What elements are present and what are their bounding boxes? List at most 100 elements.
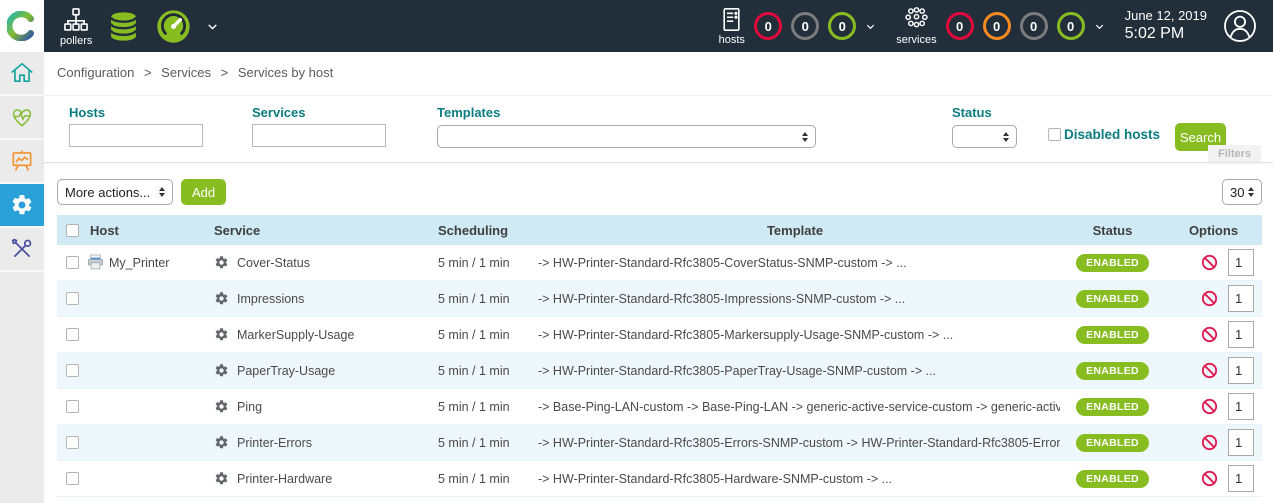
row-checkbox[interactable] bbox=[66, 292, 79, 305]
service-link[interactable]: Impressions bbox=[237, 292, 304, 306]
select-all-checkbox[interactable] bbox=[66, 224, 79, 237]
templates-filter-select[interactable] bbox=[437, 125, 816, 148]
column-options[interactable]: Options bbox=[1165, 223, 1262, 238]
template-cell: -> HW-Printer-Standard-Rfc3805-Impressio… bbox=[530, 292, 1060, 306]
duplicate-count-input[interactable] bbox=[1228, 249, 1254, 276]
breadcrumb-services[interactable]: Services bbox=[161, 65, 211, 80]
filters-tab[interactable]: Filters bbox=[1208, 145, 1261, 162]
host-link[interactable]: My_Printer bbox=[109, 256, 169, 270]
table-row: Ping 5 min / 1 min -> Base-Ping-LAN-cust… bbox=[57, 389, 1262, 425]
scheduling-cell: 5 min / 1 min bbox=[430, 400, 530, 414]
page-size-select[interactable]: 30 bbox=[1222, 179, 1262, 205]
column-service[interactable]: Service bbox=[210, 223, 430, 238]
row-checkbox[interactable] bbox=[66, 436, 79, 449]
table-row: PaperTray-Usage 5 min / 1 min -> HW-Prin… bbox=[57, 353, 1262, 389]
service-link[interactable]: Printer-Hardware bbox=[237, 472, 332, 486]
template-cell: -> HW-Printer-Standard-Rfc3805-CoverStat… bbox=[530, 256, 1060, 270]
disable-icon[interactable] bbox=[1201, 290, 1218, 307]
service-link[interactable]: MarkerSupply-Usage bbox=[237, 328, 354, 342]
services-dropdown-chevron-icon[interactable] bbox=[1094, 21, 1105, 32]
status-badge: ENABLED bbox=[1076, 470, 1149, 488]
template-cell: -> Base-Ping-LAN-custom -> Base-Ping-LAN… bbox=[530, 400, 1060, 414]
duplicate-count-input[interactable] bbox=[1228, 357, 1254, 384]
chart-easel-icon bbox=[9, 148, 35, 174]
select-arrows-icon bbox=[1248, 187, 1254, 197]
duplicate-count-input[interactable] bbox=[1228, 285, 1254, 312]
status-badge: ENABLED bbox=[1076, 398, 1149, 416]
service-gear-icon bbox=[214, 255, 229, 270]
hosts-menu[interactable]: hosts bbox=[718, 6, 745, 46]
sidebar-item-administration[interactable] bbox=[0, 228, 44, 272]
more-actions-select[interactable]: More actions... bbox=[57, 179, 173, 205]
add-button[interactable]: Add bbox=[181, 179, 226, 205]
disabled-hosts-checkbox[interactable] bbox=[1048, 128, 1061, 141]
services-unknown-counter[interactable]: 0 bbox=[1020, 12, 1048, 40]
status-badge: ENABLED bbox=[1076, 326, 1149, 344]
printer-icon bbox=[86, 253, 105, 272]
gear-icon bbox=[10, 193, 34, 217]
user-avatar-icon[interactable] bbox=[1223, 9, 1257, 43]
hosts-dropdown-chevron-icon[interactable] bbox=[865, 21, 876, 32]
table-header: Host Service Scheduling Template Status … bbox=[57, 215, 1262, 245]
scheduling-cell: 5 min / 1 min bbox=[430, 328, 530, 342]
breadcrumb-services-by-host[interactable]: Services by host bbox=[238, 65, 333, 80]
breadcrumb-configuration[interactable]: Configuration bbox=[57, 65, 134, 80]
hosts-label: hosts bbox=[719, 34, 745, 46]
status-badge: ENABLED bbox=[1076, 362, 1149, 380]
services-label: services bbox=[896, 34, 936, 46]
disable-icon[interactable] bbox=[1201, 326, 1218, 343]
services-warning-counter[interactable]: 0 bbox=[983, 12, 1011, 40]
row-checkbox[interactable] bbox=[66, 400, 79, 413]
database-status-icon[interactable] bbox=[106, 9, 141, 44]
column-host[interactable]: Host bbox=[86, 223, 210, 238]
service-link[interactable]: Cover-Status bbox=[237, 256, 310, 270]
row-checkbox[interactable] bbox=[66, 328, 79, 341]
status-filter-select[interactable] bbox=[952, 125, 1017, 148]
services-filter-input[interactable] bbox=[252, 124, 386, 147]
sidebar-item-home[interactable] bbox=[0, 52, 44, 96]
poller-dropdown-chevron-icon[interactable] bbox=[206, 20, 219, 33]
disabled-hosts-label: Disabled hosts bbox=[1064, 127, 1160, 142]
hosts-unreachable-counter[interactable]: 0 bbox=[791, 12, 819, 40]
latency-gauge-icon[interactable] bbox=[155, 8, 192, 45]
scheduling-cell: 5 min / 1 min bbox=[430, 292, 530, 306]
service-link[interactable]: Ping bbox=[237, 400, 262, 414]
column-template[interactable]: Template bbox=[530, 223, 1060, 238]
disable-icon[interactable] bbox=[1201, 434, 1218, 451]
service-link[interactable]: Printer-Errors bbox=[237, 436, 312, 450]
duplicate-count-input[interactable] bbox=[1228, 321, 1254, 348]
template-cell: -> HW-Printer-Standard-Rfc3805-Errors-SN… bbox=[530, 436, 1060, 450]
row-checkbox[interactable] bbox=[66, 472, 79, 485]
duplicate-count-input[interactable] bbox=[1228, 465, 1254, 492]
sidebar-item-monitoring[interactable] bbox=[0, 96, 44, 140]
services-critical-counter[interactable]: 0 bbox=[946, 12, 974, 40]
column-scheduling[interactable]: Scheduling bbox=[430, 223, 530, 238]
disable-icon[interactable] bbox=[1201, 254, 1218, 271]
sidebar-item-reporting[interactable] bbox=[0, 140, 44, 184]
centreon-logo[interactable] bbox=[0, 0, 44, 52]
service-gear-icon bbox=[214, 327, 229, 342]
column-status[interactable]: Status bbox=[1060, 223, 1165, 238]
duplicate-count-input[interactable] bbox=[1228, 393, 1254, 420]
hosts-filter-input[interactable] bbox=[69, 124, 203, 147]
hosts-up-counter[interactable]: 0 bbox=[828, 12, 856, 40]
disable-icon[interactable] bbox=[1201, 398, 1218, 415]
status-badge: ENABLED bbox=[1076, 434, 1149, 452]
hosts-down-counter[interactable]: 0 bbox=[754, 12, 782, 40]
row-checkbox[interactable] bbox=[66, 364, 79, 377]
current-time: 5:02 PM bbox=[1125, 24, 1207, 44]
service-link[interactable]: PaperTray-Usage bbox=[237, 364, 335, 378]
duplicate-count-input[interactable] bbox=[1228, 429, 1254, 456]
pollers-menu[interactable]: pollers bbox=[60, 6, 92, 47]
services-menu[interactable]: services bbox=[896, 6, 936, 46]
table-row: My_Printer Cover-Status 5 min / 1 min ->… bbox=[57, 245, 1262, 281]
hosts-icon bbox=[718, 6, 745, 33]
disable-icon[interactable] bbox=[1201, 470, 1218, 487]
services-ok-counter[interactable]: 0 bbox=[1057, 12, 1085, 40]
disable-icon[interactable] bbox=[1201, 362, 1218, 379]
row-checkbox[interactable] bbox=[66, 256, 79, 269]
sidebar bbox=[0, 52, 44, 503]
scheduling-cell: 5 min / 1 min bbox=[430, 364, 530, 378]
breadcrumb-separator: > bbox=[144, 65, 152, 80]
sidebar-item-configuration[interactable] bbox=[0, 184, 44, 228]
